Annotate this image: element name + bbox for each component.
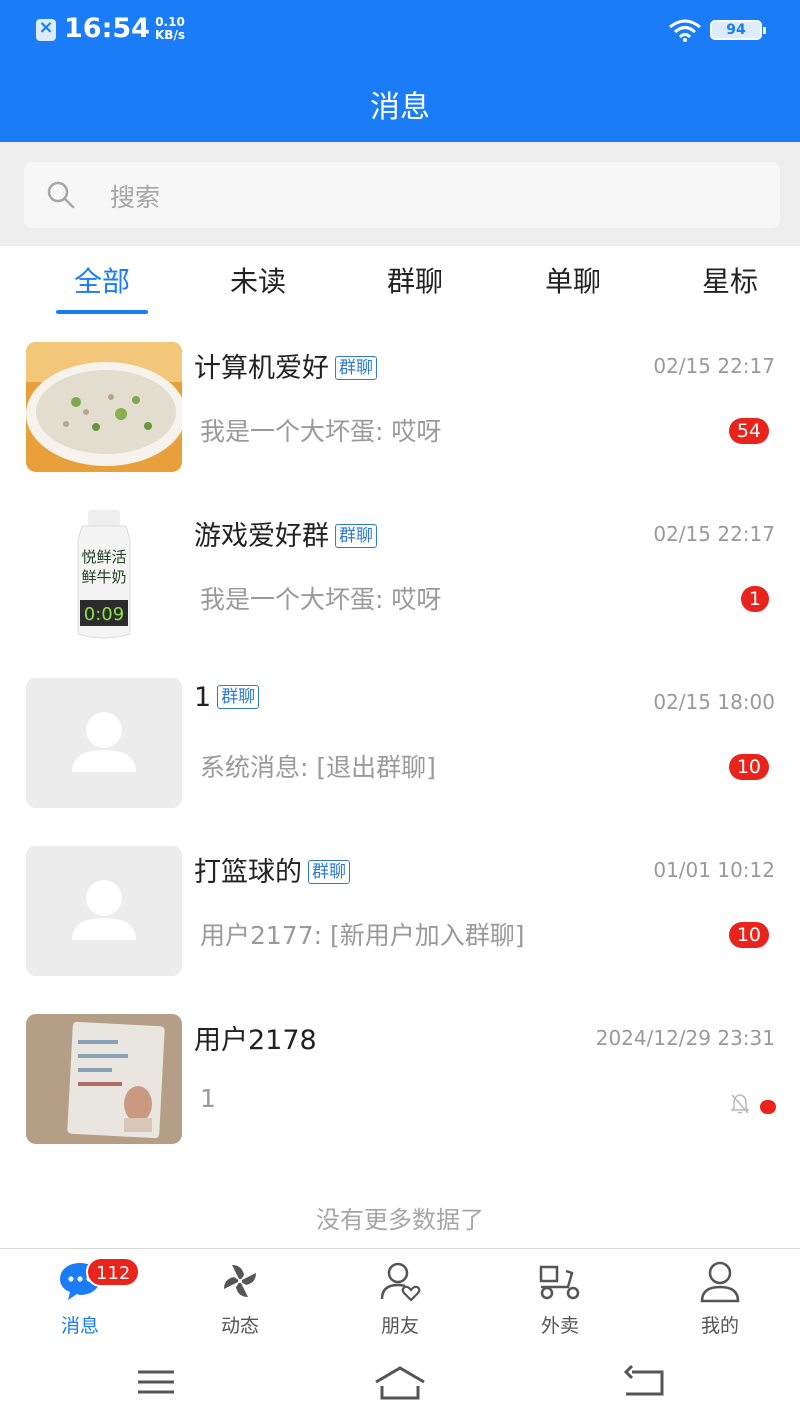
unread-badge: 10: [728, 754, 769, 780]
status-bar: 16:54 0.10 KB/s 94: [0, 0, 800, 62]
menu-icon[interactable]: [136, 1364, 176, 1400]
search-icon: [47, 181, 75, 209]
chat-time: 2024/12/29 23:31: [595, 1026, 775, 1050]
unread-dot: [760, 1100, 776, 1114]
chat-item[interactable]: 计算机爱好 群聊 02/15 22:17 我是一个大坏蛋: 哎呀 54: [0, 324, 800, 492]
user-placeholder-icon: [26, 846, 182, 976]
search-area: 搜索: [0, 142, 800, 246]
nav-moments[interactable]: 动态: [160, 1249, 320, 1345]
tab-starred[interactable]: 星标: [670, 260, 790, 300]
no-sim-icon: [36, 17, 56, 41]
chat-time: 02/15 18:00: [653, 690, 775, 714]
chat-time: 02/15 22:17: [653, 354, 775, 378]
tab-single-chat[interactable]: 单聊: [513, 260, 633, 300]
group-chat-tag: 群聊: [335, 524, 377, 548]
user-placeholder-icon: [26, 678, 182, 808]
chat-item[interactable]: 用户2178 2024/12/29 23:31 1: [0, 996, 800, 1164]
bottom-nav: 112 消息 动态 朋友 外卖 我的: [0, 1248, 800, 1344]
chat-name: 游戏爱好群 群聊: [194, 514, 377, 553]
chat-last-message: 系统消息: [退出群聊]: [200, 753, 436, 782]
avatar-milk-bottle: 悦鲜活 鲜牛奶 0:09: [26, 510, 182, 640]
battery-indicator: 94: [710, 20, 766, 40]
page-title: 消息: [370, 90, 430, 125]
bottle-label-1: 悦鲜活: [81, 548, 126, 566]
filter-tabs: 全部 未读 群聊 单聊 星标: [0, 246, 800, 318]
nav-messages[interactable]: 112 消息: [0, 1249, 160, 1345]
default-avatar: [26, 678, 182, 808]
nav-label: 消息: [60, 1315, 99, 1337]
tab-unread[interactable]: 未读: [198, 260, 318, 300]
chat-name: 计算机爱好 群聊: [194, 346, 377, 385]
net-speed: 0.10 KB/s: [155, 15, 185, 42]
nav-label: 外卖: [540, 1315, 579, 1337]
group-chat-tag: 群聊: [335, 356, 377, 380]
status-time: 16:54: [64, 13, 150, 44]
group-chat-tag: 群聊: [217, 685, 260, 709]
search-placeholder: 搜索: [110, 183, 161, 212]
unread-badge: 10: [728, 922, 769, 948]
group-chat-tag: 群聊: [308, 860, 350, 884]
avatar-porridge: [26, 342, 182, 472]
chat-time: 02/15 22:17: [653, 522, 775, 546]
chat-name: 1 群聊: [194, 682, 260, 713]
chat-last-message: 用户2177: [新用户加入群聊]: [200, 921, 525, 950]
bottle-label-3: 0:09: [84, 604, 124, 625]
chat-name: 打篮球的 群聊: [194, 850, 350, 889]
nav-delivery[interactable]: 外卖: [480, 1249, 640, 1345]
unread-badge: 1: [740, 586, 769, 612]
wifi-icon: [669, 19, 701, 42]
chat-item[interactable]: 打篮球的 群聊 01/01 10:12 用户2177: [新用户加入群聊] 10: [0, 828, 800, 996]
default-avatar: [26, 846, 182, 976]
avatar-id-card: [26, 1014, 182, 1144]
nav-profile[interactable]: 我的: [640, 1249, 800, 1345]
search-input[interactable]: 搜索: [24, 162, 780, 228]
nav-label: 朋友: [380, 1315, 419, 1337]
muted-bell-icon: [730, 1094, 750, 1114]
person-icon: [700, 1261, 740, 1303]
pinwheel-icon: [224, 1265, 256, 1297]
chat-last-message: 1: [200, 1084, 216, 1113]
tab-group-chat[interactable]: 群聊: [355, 260, 475, 300]
unread-badge: 54: [728, 418, 769, 444]
list-end-notice: 没有更多数据了: [316, 1206, 484, 1234]
scooter-icon: [539, 1265, 580, 1300]
nav-friends[interactable]: 朋友: [320, 1249, 480, 1345]
chat-time: 01/01 10:12: [653, 858, 775, 882]
nav-label: 我的: [700, 1315, 739, 1337]
home-icon[interactable]: [372, 1364, 428, 1404]
chat-name: 用户2178: [194, 1025, 317, 1056]
active-tab-indicator: [56, 310, 148, 314]
chat-item[interactable]: 悦鲜活 鲜牛奶 0:09 游戏爱好群 群聊 02/15 22:17 我是一个大坏蛋…: [0, 492, 800, 660]
chat-last-message: 我是一个大坏蛋: 哎呀: [200, 417, 442, 446]
friend-heart-icon: [380, 1262, 421, 1302]
system-nav-bar: [0, 1344, 800, 1422]
back-icon[interactable]: [622, 1364, 666, 1400]
nav-label: 动态: [220, 1315, 259, 1337]
top-bar: 16:54 0.10 KB/s 94 消息: [0, 0, 800, 142]
chat-last-message: 我是一个大坏蛋: 哎呀: [200, 585, 442, 614]
chat-item[interactable]: 1 群聊 02/15 18:00 系统消息: [退出群聊] 10: [0, 660, 800, 828]
bottle-label-2: 鲜牛奶: [81, 568, 126, 586]
nav-unread-badge: 112: [86, 1257, 141, 1287]
tab-all[interactable]: 全部: [42, 260, 162, 300]
